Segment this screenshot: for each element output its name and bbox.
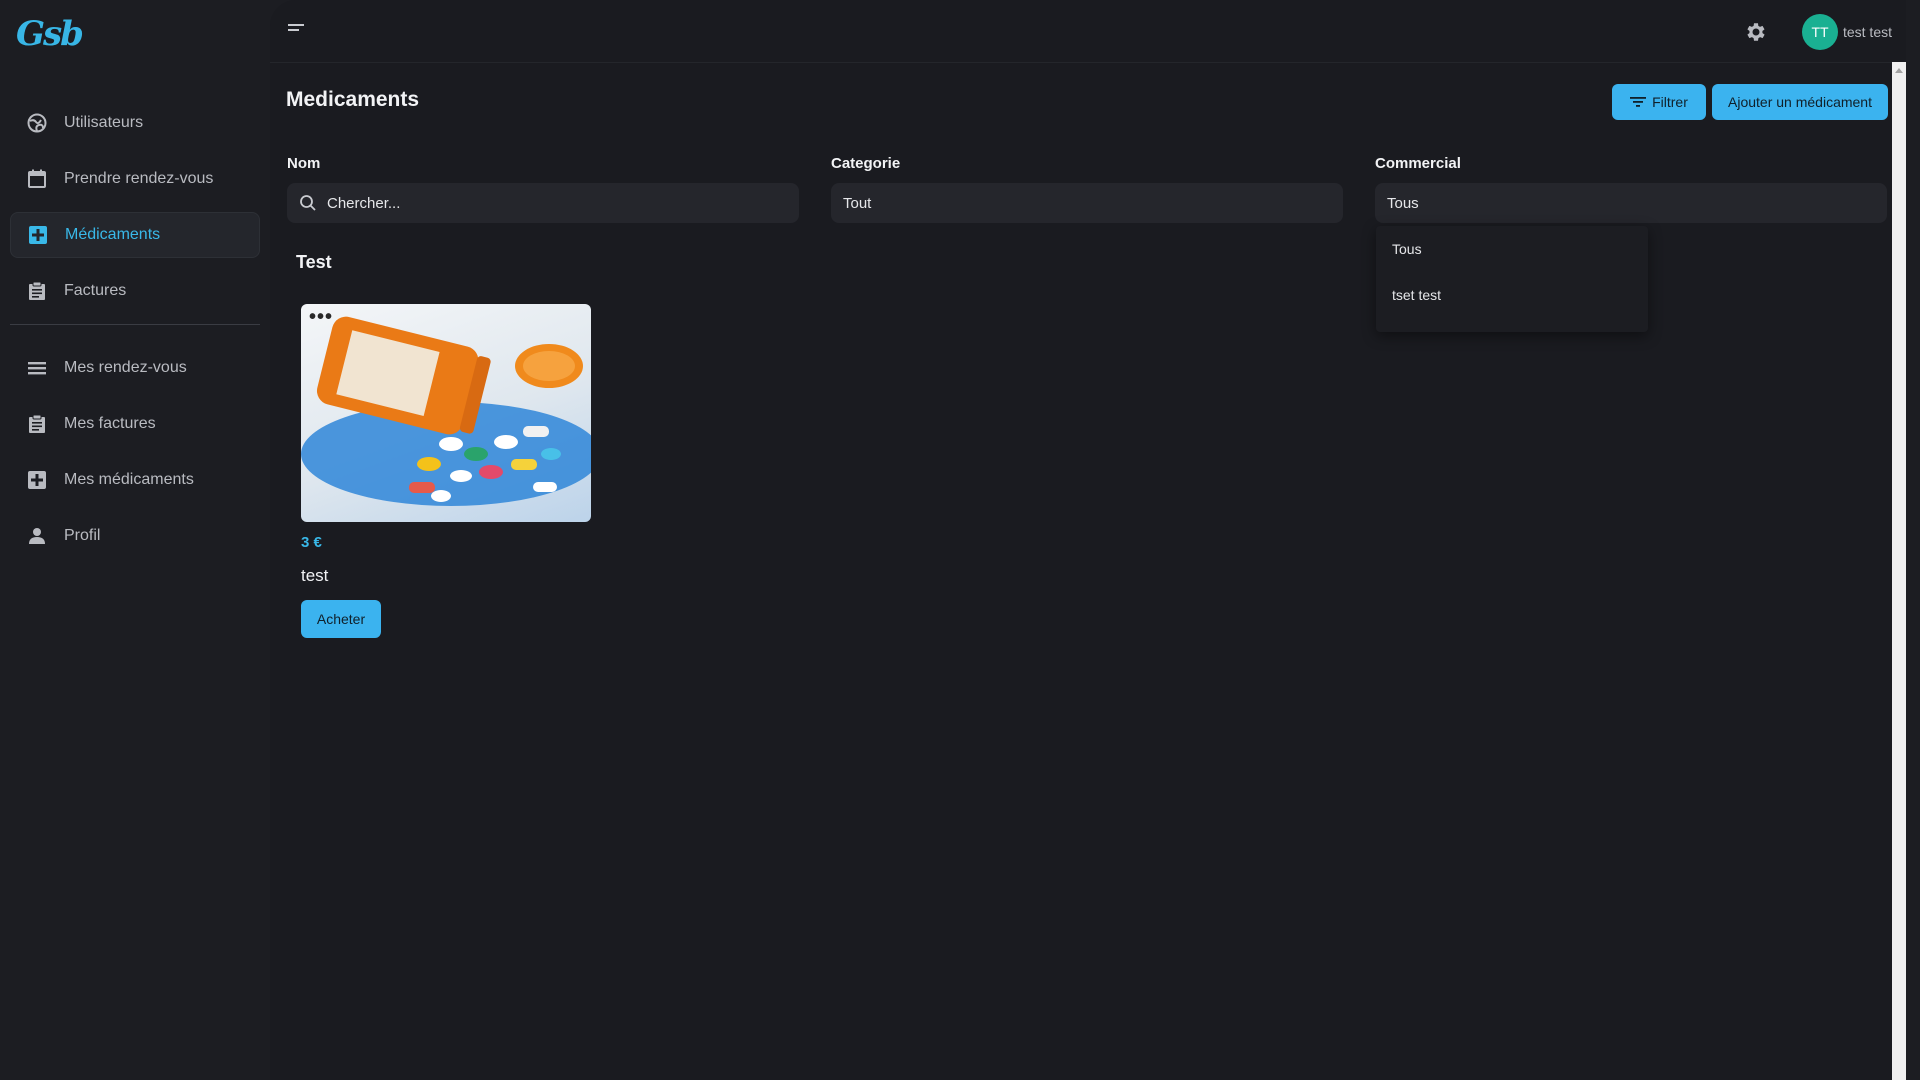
dropdown-option-tous[interactable]: Tous [1376, 226, 1648, 272]
search-icon [300, 195, 316, 211]
top-bar: TT test test [270, 0, 1906, 63]
page-title: Medicaments [286, 88, 420, 111]
product-price: 3 € [301, 534, 322, 551]
sidebar-item-label: Factures [64, 282, 127, 299]
product-name: test [301, 566, 329, 585]
search-input[interactable]: Chercher... [287, 183, 799, 223]
sidebar: Gsb Utilisateurs Prendre rendez-vous Méd… [0, 0, 270, 1080]
scrollbar[interactable] [1892, 62, 1906, 1080]
person-icon [26, 525, 48, 547]
avatar[interactable]: TT [1802, 14, 1838, 50]
sidebar-item-label: Utilisateurs [64, 114, 144, 131]
sidebar-item-label: Mes médicaments [64, 471, 194, 488]
product-image: ••• [301, 304, 591, 522]
sidebar-item-mes-medicaments[interactable]: Mes médicaments [10, 457, 260, 503]
more-options-icon[interactable]: ••• [309, 306, 333, 329]
sidebar-item-utilisateurs[interactable]: Utilisateurs [10, 100, 260, 146]
buy-button[interactable]: Acheter [301, 600, 381, 638]
sidebar-item-medicaments[interactable]: Médicaments [10, 212, 260, 258]
list-icon [26, 357, 48, 379]
section-title: Test [296, 252, 332, 272]
pills-illustration [301, 316, 591, 506]
filter-button-label: Filtrer [1652, 94, 1688, 110]
sidebar-item-prendre-rendez-vous[interactable]: Prendre rendez-vous [10, 156, 260, 202]
commercial-dropdown-menu: Tous tset test [1376, 226, 1648, 332]
add-medicament-button[interactable]: Ajouter un médicament [1712, 84, 1888, 120]
calendar-icon [26, 168, 48, 190]
filter-button[interactable]: Filtrer [1612, 84, 1706, 120]
medical-cross-icon [27, 224, 49, 246]
sidebar-nav: Utilisateurs Prendre rendez-vous Médicam… [10, 100, 260, 569]
scroll-up-arrow-icon[interactable] [1895, 68, 1903, 73]
sidebar-item-label: Prendre rendez-vous [64, 170, 214, 187]
settings-gear-icon[interactable] [1744, 20, 1768, 44]
main-panel: TT test test Medicaments Filtrer Ajouter… [270, 0, 1906, 1080]
sidebar-divider [10, 324, 260, 325]
globe-icon [26, 112, 48, 134]
menu-toggle-icon[interactable] [286, 22, 306, 38]
sidebar-item-label: Mes rendez-vous [64, 359, 187, 376]
sidebar-item-mes-factures[interactable]: Mes factures [10, 401, 260, 447]
sidebar-item-label: Profil [64, 527, 101, 544]
sidebar-item-label: Mes factures [64, 415, 156, 432]
sidebar-item-label: Médicaments [65, 226, 161, 243]
sidebar-item-mes-rendez-vous[interactable]: Mes rendez-vous [10, 345, 260, 391]
search-placeholder: Chercher... [327, 194, 401, 212]
medical-cross-icon [26, 469, 48, 491]
category-filter-label: Categorie [831, 155, 901, 172]
user-name[interactable]: test test [1843, 24, 1892, 40]
category-select[interactable]: Tout [831, 183, 1343, 223]
sidebar-item-profil[interactable]: Profil [10, 513, 260, 559]
dropdown-option-tset-test[interactable]: tset test [1376, 272, 1648, 318]
commercial-select[interactable]: Tous [1375, 183, 1887, 223]
clipboard-icon [26, 413, 48, 435]
clipboard-icon [26, 280, 48, 302]
app-logo[interactable]: Gsb [16, 14, 84, 54]
filter-icon [1630, 97, 1647, 107]
commercial-filter-label: Commercial [1375, 155, 1461, 172]
name-filter-label: Nom [287, 155, 321, 172]
sidebar-item-factures[interactable]: Factures [10, 268, 260, 314]
